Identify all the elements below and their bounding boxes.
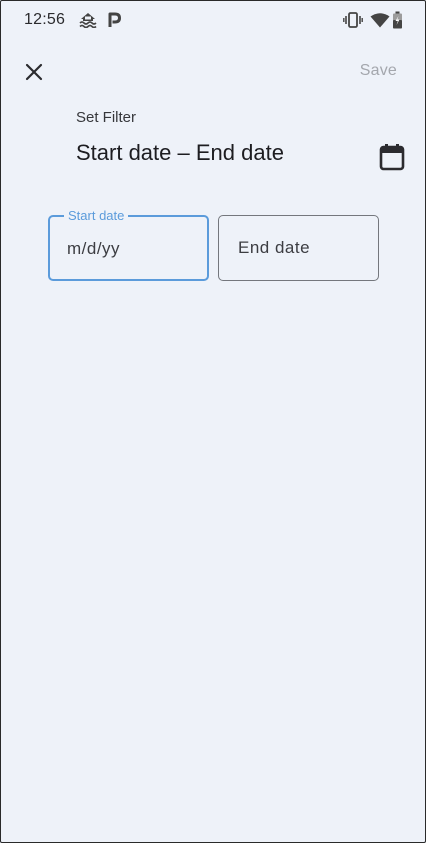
parking-p-icon — [108, 12, 121, 27]
close-button[interactable] — [17, 55, 51, 89]
weather-icon — [79, 13, 97, 28]
date-range-title: Start date – End date — [76, 140, 284, 165]
wifi-icon — [370, 13, 390, 28]
calendar-toggle-button[interactable] — [376, 140, 408, 174]
screen: 12:56 Save Set Filter Start date – End d… — [0, 0, 426, 843]
set-filter-overline: Set Filter — [76, 109, 137, 126]
calendar-icon — [379, 144, 405, 171]
close-icon — [25, 63, 43, 81]
end-date-field[interactable]: End date — [218, 215, 379, 281]
start-date-placeholder: m/d/yy — [67, 239, 121, 258]
save-button[interactable]: Save — [360, 62, 397, 80]
status-bar: 12:56 — [1, 1, 425, 39]
start-date-label: Start date — [64, 208, 129, 223]
vibrate-icon — [343, 12, 363, 28]
end-date-label: End date — [238, 238, 311, 257]
start-date-field[interactable]: Start date m/d/yy — [48, 208, 209, 281]
status-time: 12:56 — [24, 11, 66, 28]
battery-icon — [393, 11, 402, 29]
